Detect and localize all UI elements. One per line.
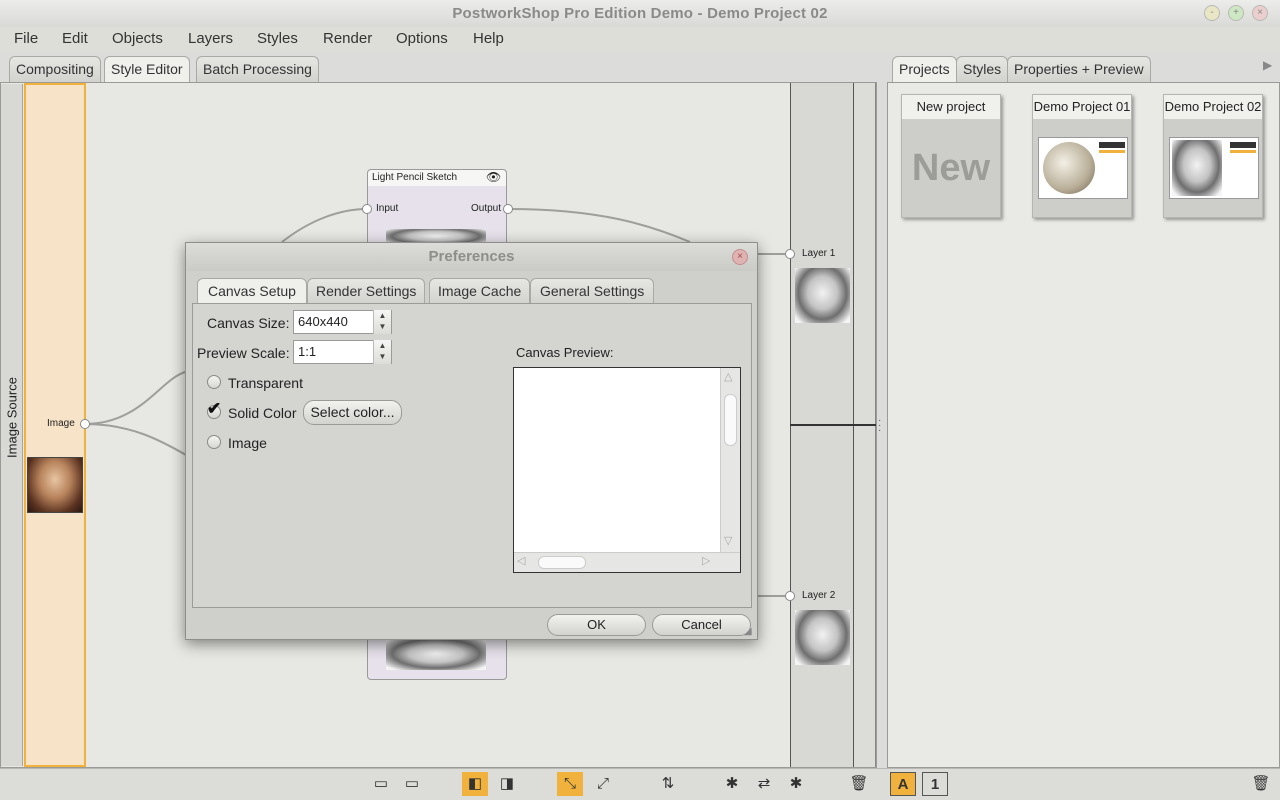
check-mark-icon: ✔ <box>207 399 222 418</box>
image-output-port[interactable] <box>80 419 90 429</box>
project-title: New project <box>902 95 1000 119</box>
node-branch-icon[interactable]: ✱ <box>783 772 809 796</box>
tab-styles[interactable]: Styles <box>956 56 1009 82</box>
new-project-thumb-text: New <box>911 147 991 189</box>
project-title: Demo Project 02 <box>1164 95 1262 119</box>
filter-node-bottom <box>367 640 507 680</box>
transparent-radio[interactable] <box>207 375 221 389</box>
close-window-button[interactable]: × <box>1252 5 1268 21</box>
tab-image-cache[interactable]: Image Cache <box>429 278 531 304</box>
right-tab-bar: Projects Styles Properties + Preview ▶ <box>884 50 1280 83</box>
maximize-button[interactable]: + <box>1228 5 1244 21</box>
project-thumbnail <box>1038 137 1128 199</box>
preview-horizontal-scrollbar[interactable]: ◁ ▷ <box>514 552 740 572</box>
preview-scale-label: Preview Scale: <box>197 345 290 361</box>
disconnect-nodes-icon[interactable]: ⤢ <box>590 772 616 796</box>
preview-scale-value: 1:1 <box>298 344 317 359</box>
dialog-title: Preferences <box>186 243 757 271</box>
node-input-label: Input <box>376 203 399 214</box>
preview-scale-stepper-icon[interactable]: ▲ ▼ <box>373 340 391 364</box>
filter-node-body[interactable] <box>367 186 507 246</box>
solid-color-label: Solid Color <box>228 405 297 421</box>
canvas-preview-label: Canvas Preview: <box>516 345 614 360</box>
project-card-new[interactable]: New project New <box>901 94 1001 218</box>
canvas-preview <box>513 367 741 573</box>
layer-right-icon[interactable]: ◨ <box>494 772 520 796</box>
scroll-left-icon[interactable]: ◁ <box>517 554 525 567</box>
image-option-label: Image <box>228 435 267 451</box>
layer-1-thumbnail[interactable] <box>795 268 850 323</box>
layer-left-icon[interactable]: ◧ <box>462 772 488 796</box>
project-card-demo-02[interactable]: Demo Project 02 <box>1163 94 1263 218</box>
swap-icon[interactable]: ⇄ <box>751 772 777 796</box>
layer-2-label: Layer 2 <box>802 590 836 601</box>
tab-render-settings[interactable]: Render Settings <box>307 278 426 304</box>
preview-vertical-scrollbar[interactable]: △ ▽ <box>720 368 740 552</box>
layer-2-thumbnail[interactable] <box>795 610 850 665</box>
tab-projects[interactable]: Projects <box>892 56 957 83</box>
filter-node-header[interactable]: Light Pencil Sketch 👁 <box>367 169 507 187</box>
minimize-icon: - <box>1210 7 1214 18</box>
filter-node-preview-bottom <box>386 640 486 670</box>
horizontal-scroll-thumb[interactable] <box>538 556 586 569</box>
maximize-icon: + <box>1233 7 1239 18</box>
eye-icon[interactable]: 👁 <box>486 170 501 184</box>
layer-2-port[interactable] <box>785 591 795 601</box>
layers-divider <box>790 424 876 426</box>
trash-icon[interactable]: 🗑 <box>846 772 872 796</box>
node-input-port[interactable] <box>362 204 372 214</box>
ok-button[interactable]: OK <box>547 614 646 636</box>
project-card-demo-01[interactable]: Demo Project 01 <box>1032 94 1132 218</box>
window-icon[interactable]: ▭ <box>399 772 425 796</box>
single-mode-button[interactable]: 1 <box>922 772 948 796</box>
layer-1-label: Layer 1 <box>802 248 836 259</box>
source-image-thumbnail[interactable] <box>27 457 83 513</box>
canvas-size-field[interactable]: 640x440 ▲ ▼ <box>293 310 392 334</box>
image-source-label: Image Source <box>4 377 20 458</box>
scroll-down-icon[interactable]: ▽ <box>724 534 732 547</box>
preview-scale-field[interactable]: 1:1 ▲ ▼ <box>293 340 392 364</box>
bottom-toolbar <box>0 768 1280 800</box>
project-thumbnail <box>1169 137 1259 199</box>
close-icon: × <box>1257 7 1263 18</box>
image-radio[interactable] <box>207 435 221 449</box>
tabs-scroll-arrow-icon[interactable]: ▶ <box>1263 58 1272 72</box>
canvas-size-label: Canvas Size: <box>207 315 290 331</box>
node-tree-icon[interactable]: ✱ <box>719 772 745 796</box>
layer-1-port[interactable] <box>785 249 795 259</box>
minimize-button[interactable]: - <box>1204 5 1220 21</box>
tab-properties-preview[interactable]: Properties + Preview <box>1007 56 1151 82</box>
calculator-icon[interactable]: ▭ <box>368 772 394 796</box>
canvas-size-value: 640x440 <box>298 314 348 329</box>
select-color-button[interactable]: Select color... <box>303 400 402 425</box>
dialog-close-button[interactable]: × <box>732 249 748 265</box>
tab-general-settings[interactable]: General Settings <box>530 278 655 304</box>
tab-canvas-setup[interactable]: Canvas Setup <box>197 278 307 305</box>
connect-nodes-icon[interactable]: ⤡ <box>557 772 583 796</box>
scroll-up-icon[interactable]: △ <box>724 370 732 383</box>
vertical-scroll-thumb[interactable] <box>724 394 737 446</box>
project-title: Demo Project 01 <box>1033 95 1131 119</box>
node-output-label: Output <box>471 203 502 214</box>
transparent-label: Transparent <box>228 375 303 391</box>
project-trash-icon[interactable]: 🗑 <box>1248 772 1274 796</box>
image-port-label: Image <box>47 418 75 429</box>
node-output-port[interactable] <box>503 204 513 214</box>
cancel-button[interactable]: Cancel <box>652 614 751 636</box>
splitter-handle[interactable]: · · · <box>878 416 881 436</box>
scroll-right-icon[interactable]: ▷ <box>702 554 710 567</box>
canvas-size-stepper-icon[interactable]: ▲ ▼ <box>373 310 391 334</box>
auto-mode-button[interactable]: A <box>890 772 916 796</box>
resize-grip-icon[interactable]: ◢ <box>744 626 752 637</box>
filter-node-title: Light Pencil Sketch <box>372 172 458 183</box>
layer-order-icon[interactable]: ⇅ <box>655 772 681 796</box>
